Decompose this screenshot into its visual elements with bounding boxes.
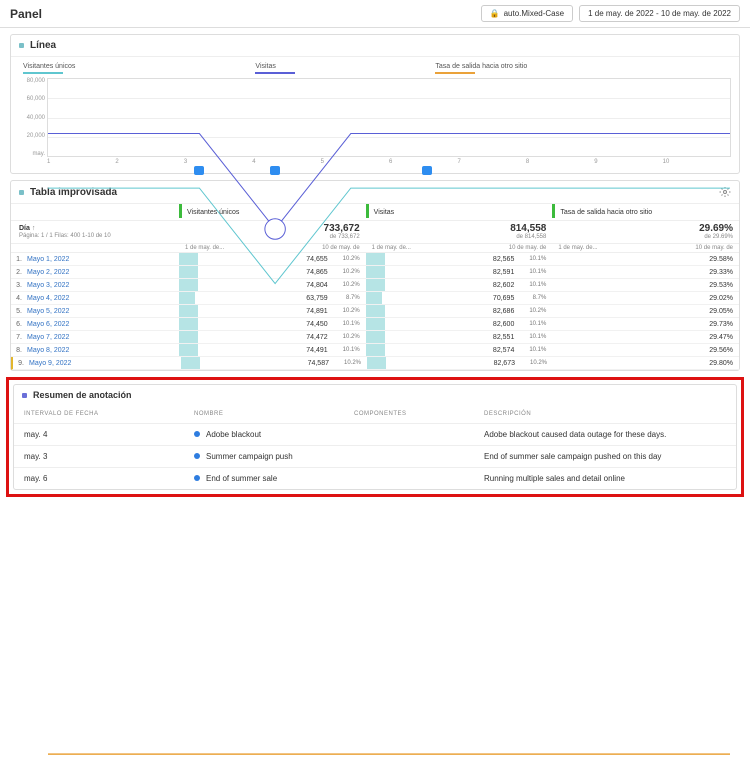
dataset-selector[interactable]: auto.Mixed-Case bbox=[481, 5, 573, 22]
chart-lines bbox=[48, 79, 730, 761]
legend-label-1: Visitas bbox=[255, 63, 276, 70]
annotation-marker[interactable] bbox=[194, 166, 204, 175]
dataset-label: auto.Mixed-Case bbox=[504, 9, 564, 18]
lock-icon bbox=[490, 9, 500, 18]
chart-legend: Visitantes únicos Visitas Tasa de salida… bbox=[11, 57, 739, 74]
top-bar: Panel auto.Mixed-Case 1 de may. de 2022 … bbox=[0, 0, 750, 28]
dimension-header[interactable]: Día bbox=[19, 225, 30, 232]
y-axis: 80,000 60,000 40,000 20,000 may. bbox=[17, 78, 45, 157]
date-range-text: 1 de may. de 2022 - 10 de may. de 2022 bbox=[588, 9, 731, 18]
panel-title: Panel bbox=[10, 7, 42, 21]
panel-accent-dot bbox=[22, 393, 27, 398]
line-chart[interactable]: 80,000 60,000 40,000 20,000 may. 1 2 3 4… bbox=[47, 78, 731, 173]
line-panel-title: Línea bbox=[30, 40, 56, 51]
panel-accent-dot bbox=[19, 43, 24, 48]
annotation-marker[interactable] bbox=[270, 166, 280, 175]
annotation-marker[interactable] bbox=[422, 166, 432, 175]
metric-header[interactable]: Tasa de salida hacia otro sitio bbox=[560, 209, 731, 218]
annotation-markers bbox=[47, 166, 731, 176]
panel-accent-dot bbox=[19, 190, 24, 195]
date-range-picker[interactable]: 1 de may. de 2022 - 10 de may. de 2022 bbox=[579, 5, 740, 22]
metric-header[interactable]: Visitantes únicos bbox=[187, 209, 358, 218]
legend-label-2: Tasa de salida hacia otro sitio bbox=[435, 63, 527, 70]
legend-label-0: Visitantes únicos bbox=[23, 63, 75, 70]
line-chart-panel: Línea Visitantes únicos Visitas Tasa de … bbox=[10, 34, 740, 174]
metric-header[interactable]: Visitas bbox=[374, 209, 545, 218]
plot-area bbox=[47, 78, 731, 157]
